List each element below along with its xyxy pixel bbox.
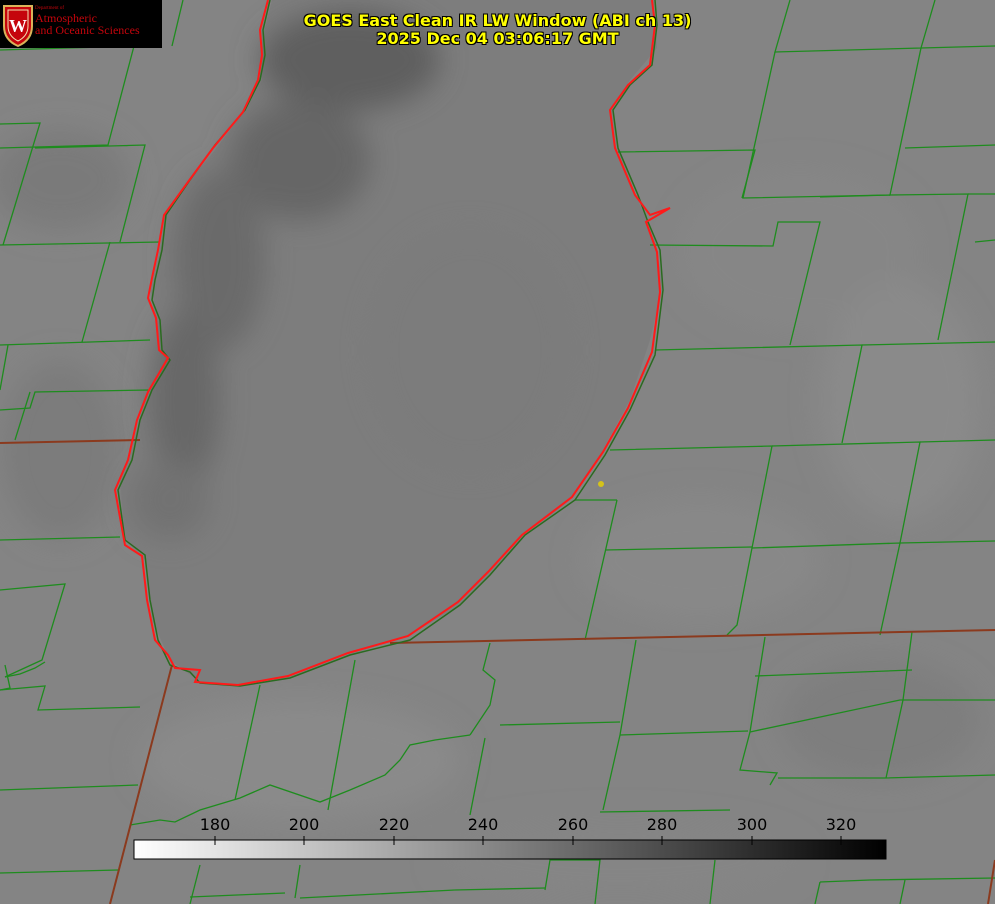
colorbar-tick-label: 240: [467, 815, 499, 834]
colorbar-tick-label: 180: [199, 815, 231, 834]
aos-logo[interactable]: W Department of Atmospheric and Oceanic …: [0, 0, 162, 48]
satellite-map: 180 200 220 240 260 280 300 320 GOES Eas…: [0, 0, 995, 904]
colorbar-tick-label: 260: [557, 815, 589, 834]
colorbar-tick-label: 220: [378, 815, 410, 834]
logo-text: Department of Atmospheric and Oceanic Sc…: [35, 6, 140, 36]
location-marker: [598, 481, 604, 487]
colorbar-tick-label: 320: [825, 815, 857, 834]
colorbar: [133, 839, 887, 860]
logo-line-2: and Oceanic Sciences: [35, 23, 140, 37]
svg-text:W: W: [9, 16, 27, 36]
map-canvas: [0, 0, 995, 904]
uw-crest-icon: W: [3, 5, 33, 48]
colorbar-tick-label: 200: [288, 815, 320, 834]
colorbar-tick-label: 300: [736, 815, 768, 834]
colorbar-tick-label: 280: [646, 815, 678, 834]
